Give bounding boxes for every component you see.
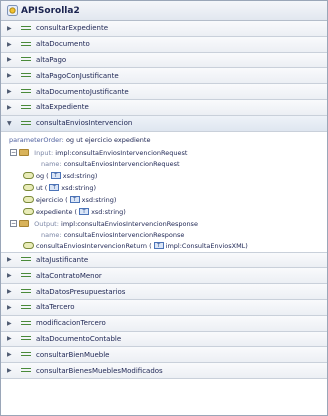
operation-icon [21, 272, 31, 279]
input-message: − Input: impl:consultaEnviosIntervencion… [10, 149, 187, 157]
expand-triangle-icon[interactable]: ▶ [7, 56, 17, 63]
operation-icon [21, 288, 31, 295]
service-title: APISorolla2 [21, 5, 80, 16]
operation-label: altaJustificante [36, 255, 89, 264]
output-name-value: consultaEnviosIntervencionResponse [63, 230, 185, 239]
expand-triangle-icon[interactable]: ▶ [7, 104, 17, 111]
operation-row-expanded[interactable]: ▼ consultaEnviosIntervencion [1, 115, 327, 132]
expand-triangle-icon[interactable]: ▶ [7, 256, 17, 263]
operation-label: consultarBienMueble [36, 350, 110, 359]
expand-triangle-icon[interactable]: ▶ [7, 304, 17, 311]
operation-label: altaContratoMenor [36, 271, 102, 280]
expand-triangle-icon[interactable]: ▶ [7, 41, 17, 48]
operation-icon [21, 88, 31, 95]
operation-icon [21, 367, 31, 374]
operation-row[interactable]: ▶ altaPagoConJustificante [1, 68, 327, 85]
operation-row[interactable]: ▶ altaJustificante [1, 252, 327, 269]
operation-icon [21, 104, 31, 111]
collapse-triangle-icon[interactable]: ▼ [7, 120, 17, 127]
operation-row[interactable]: ▶ altaDocumentoContable [1, 331, 327, 348]
service-icon [7, 5, 18, 16]
element-icon [23, 184, 34, 192]
expand-triangle-icon[interactable]: ▶ [7, 335, 17, 342]
operation-icon [21, 335, 31, 342]
type-icon: T [49, 184, 60, 192]
input-key: Input: [34, 148, 54, 157]
type-icon: T [79, 208, 90, 216]
parameter-order-key: parameterOrder: [9, 135, 64, 144]
operation-row[interactable]: ▶ altaContratoMenor [1, 268, 327, 285]
operation-row[interactable]: ▶ altaTercero [1, 299, 327, 316]
operation-label: modificacionTercero [36, 319, 106, 328]
operation-icon [21, 304, 31, 311]
service-header[interactable]: APISorolla2 [1, 1, 327, 21]
expand-triangle-icon[interactable]: ▶ [7, 320, 17, 327]
operation-row[interactable]: ▶ altaDocumento [1, 36, 327, 53]
element-icon [23, 172, 34, 180]
type-icon: T [69, 196, 80, 204]
operation-label: altaDatosPresupuestarios [36, 287, 126, 296]
operation-details: parameterOrder: og ut ejercicio expedien… [1, 131, 327, 253]
output-name-key: name: [41, 230, 62, 239]
element-icon [23, 242, 34, 250]
input-name-key: name: [41, 159, 62, 168]
parameter-order: parameterOrder: og ut ejercicio expedien… [9, 136, 150, 144]
operation-icon [21, 320, 31, 327]
operation-label: altaDocumento [36, 40, 90, 49]
operation-label: altaDocumentoJustificante [36, 87, 129, 96]
operation-icon [21, 25, 31, 32]
parameter-order-value: og ut ejercicio expediente [65, 135, 151, 144]
input-name-value: consultaEnviosIntervencionRequest [63, 159, 180, 168]
output-folder-icon [19, 220, 30, 228]
operation-row[interactable]: ▶ consultarExpediente [1, 21, 327, 37]
wsdl-operations-panel: APISorolla2 ▶ consultarExpediente ▶ altaDoc… [0, 0, 328, 416]
operation-icon [21, 256, 31, 263]
operation-icon [21, 120, 31, 127]
operation-row[interactable]: ▶ altaDatosPresupuestarios [1, 284, 327, 300]
expand-triangle-icon[interactable]: ▶ [7, 367, 17, 374]
expand-triangle-icon[interactable]: ▶ [7, 351, 17, 358]
operation-icon [21, 351, 31, 358]
operation-row[interactable]: ▶ altaPago [1, 52, 327, 69]
operation-label: altaPagoConJustificante [36, 71, 119, 80]
operation-row[interactable]: ▶ altaExpediente [1, 99, 327, 116]
operation-row[interactable]: ▶ consultarBienesMueblesModificados [1, 363, 327, 379]
element-icon [23, 208, 34, 216]
input-folder-icon [19, 149, 30, 157]
expand-triangle-icon[interactable]: ▶ [7, 88, 17, 95]
expand-triangle-icon[interactable]: ▶ [7, 72, 17, 79]
operation-row[interactable]: ▶ altaDocumentoJustificante [1, 84, 327, 100]
operation-icon [21, 41, 31, 48]
part-expediente[interactable]: expediente (Txsd:string) [23, 208, 126, 216]
operation-label: consultaEnviosIntervencion [36, 119, 133, 128]
operation-label: altaPago [36, 55, 67, 64]
operation-label: consultarExpediente [36, 24, 109, 33]
type-icon: T [50, 172, 61, 180]
operation-label: altaTercero [36, 303, 75, 312]
part-ejercicio[interactable]: ejercicio (Txsd:string) [23, 196, 116, 204]
operation-row[interactable]: ▶ modificacionTercero [1, 315, 327, 332]
input-name: name: consultaEnviosIntervencionRequest [41, 160, 180, 168]
output-message: − Output: impl:consultaEnviosIntervencio… [10, 220, 198, 228]
operation-row[interactable]: ▶ consultarBienMueble [1, 347, 327, 364]
input-value: impl:consultaEnviosIntervencionRequest [55, 148, 188, 157]
expand-triangle-icon[interactable]: ▶ [7, 272, 17, 279]
part-og[interactable]: og (Txsd:string) [23, 172, 97, 180]
operation-icon [21, 56, 31, 63]
operation-label: altaExpediente [36, 103, 89, 112]
output-value: impl:consultaEnviosIntervencionResponse [61, 219, 198, 228]
expand-triangle-icon[interactable]: ▶ [7, 288, 17, 295]
operation-label: consultarBienesMueblesModificados [36, 366, 163, 375]
part-return[interactable]: consultaEnviosIntervencionReturn (Timpl:… [23, 242, 248, 250]
collapse-toggle-icon[interactable]: − [10, 220, 17, 228]
type-icon: T [153, 242, 164, 250]
expand-triangle-icon[interactable]: ▶ [7, 25, 17, 32]
collapse-toggle-icon[interactable]: − [10, 149, 17, 157]
operation-icon [21, 72, 31, 79]
element-icon [23, 196, 34, 204]
operation-label: altaDocumentoContable [36, 334, 122, 343]
output-name: name: consultaEnviosIntervencionResponse [41, 231, 184, 239]
output-key: Output: [34, 219, 59, 228]
part-ut[interactable]: ut (Txsd:string) [23, 184, 96, 192]
